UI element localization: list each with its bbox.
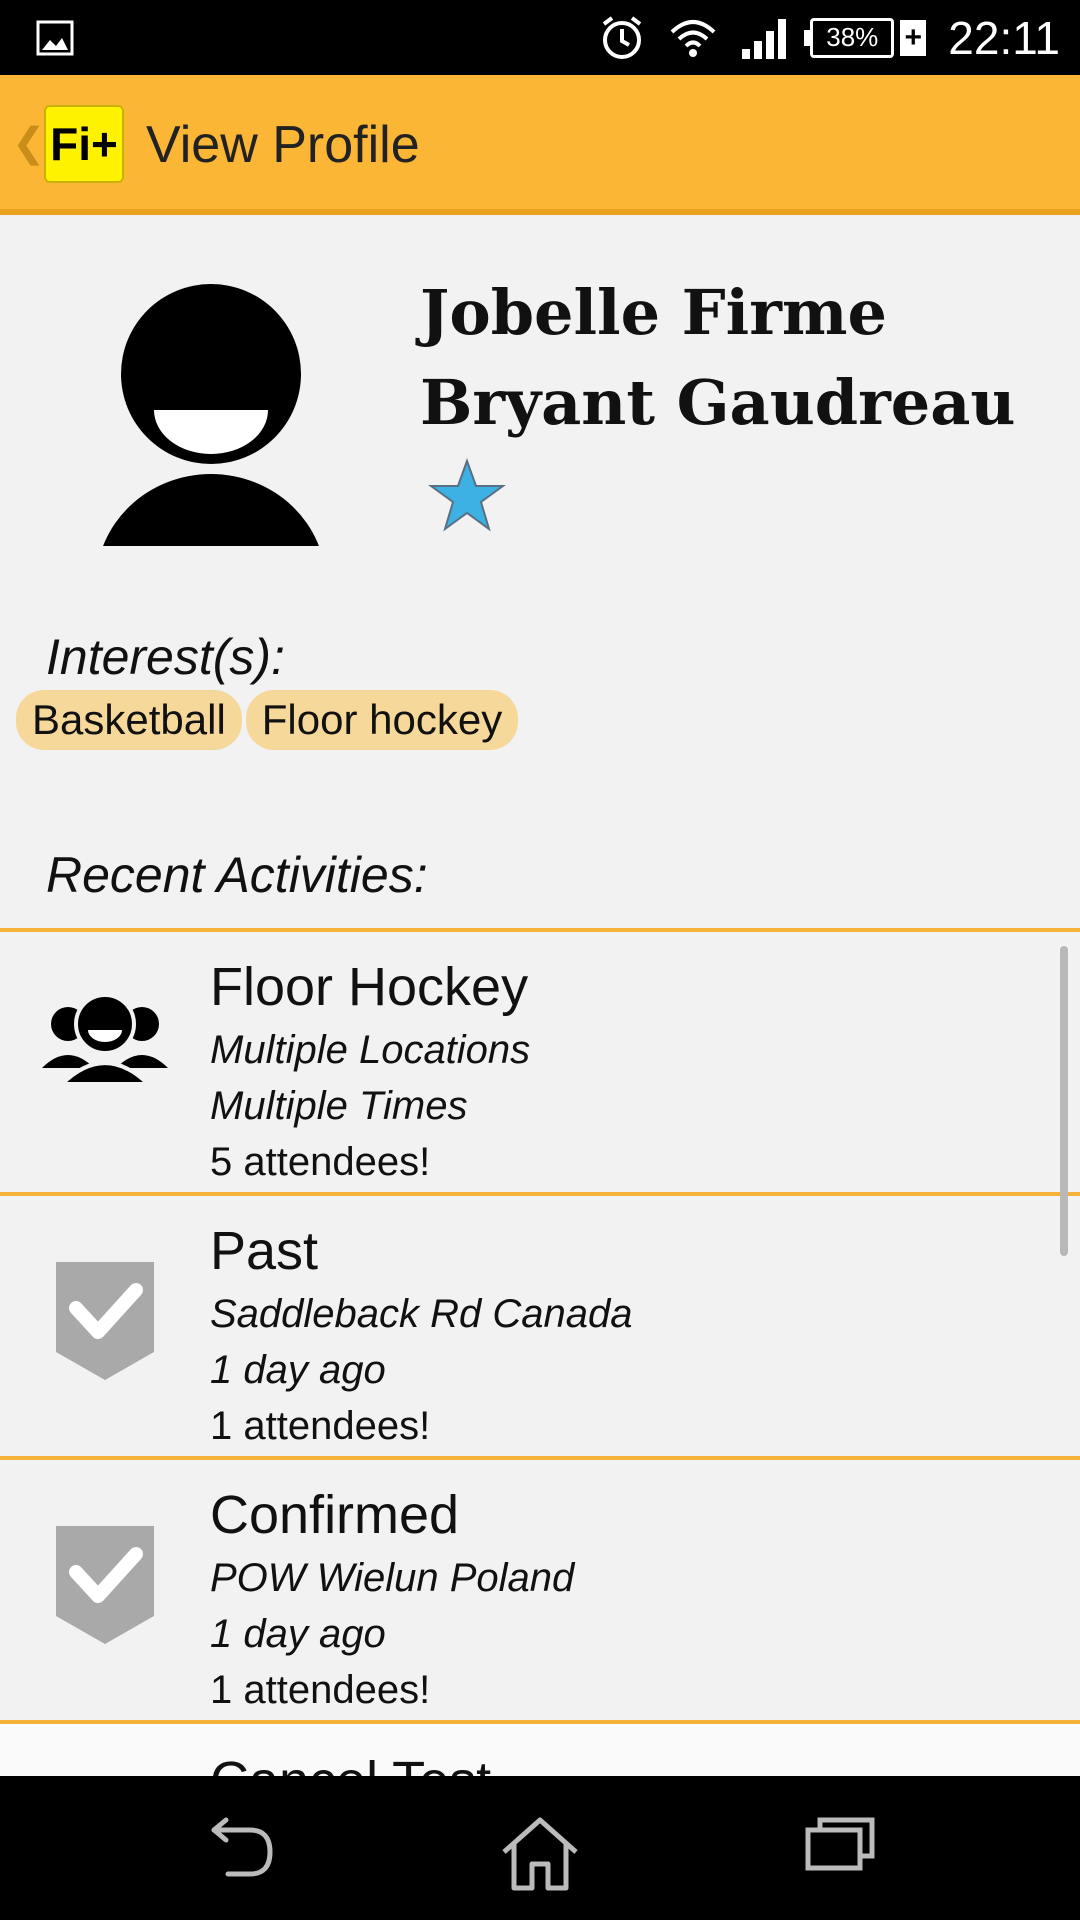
activity-item[interactable]: Cancel Test: [0, 1720, 1080, 1776]
status-time: 22:11: [948, 11, 1060, 64]
recent-activities-label: Recent Activities:: [46, 847, 428, 903]
activity-time: 1 day ago: [210, 1348, 386, 1392]
activity-item[interactable]: Past Saddleback Rd Canada 1 day ago 1 at…: [0, 1192, 1080, 1456]
home-button[interactable]: [498, 1816, 582, 1892]
activity-title: Confirmed: [210, 1485, 460, 1545]
interest-chip[interactable]: Basketball: [16, 690, 242, 750]
action-bar: ❮ Fi+ View Profile: [0, 75, 1080, 215]
activity-title: Past: [210, 1221, 319, 1281]
gallery-notification-icon: [36, 20, 74, 56]
back-chevron-icon[interactable]: ❮: [12, 120, 46, 166]
activity-attendees: 1 attendees!: [210, 1404, 431, 1448]
back-button[interactable]: [204, 1816, 276, 1880]
app-logo[interactable]: Fi+: [44, 105, 124, 183]
check-shield-icon: [56, 1526, 154, 1644]
activity-item[interactable]: Floor Hockey Multiple Locations Multiple…: [0, 928, 1080, 1192]
activity-list: Floor Hockey Multiple Locations Multiple…: [0, 928, 1080, 1776]
recent-apps-button[interactable]: [804, 1816, 876, 1872]
interests-label: Interest(s):: [46, 629, 285, 685]
activity-title: Floor Hockey: [210, 957, 529, 1017]
favorite-star-icon[interactable]: [428, 458, 506, 532]
page-title: View Profile: [146, 116, 420, 174]
profile-name-line1: Jobelle Firme: [420, 276, 887, 349]
signal-icon: [742, 18, 787, 59]
battery-level: 38%: [826, 22, 879, 52]
charging-icon: +: [900, 19, 927, 56]
activity-title: Cancel Test: [210, 1750, 491, 1776]
status-bar: 38% + 22:11: [0, 0, 1080, 75]
avatar: [103, 284, 319, 546]
activity-location: Saddleback Rd Canada: [210, 1292, 633, 1336]
battery-indicator: 38%: [804, 17, 895, 58]
check-shield-icon: [56, 1262, 154, 1380]
activity-attendees: 1 attendees!: [210, 1668, 431, 1712]
activity-time: Multiple Times: [210, 1084, 468, 1128]
activity-time: 1 day ago: [210, 1612, 386, 1656]
interest-chip[interactable]: Floor hockey: [245, 690, 519, 750]
scrollbar[interactable]: [1060, 946, 1068, 1256]
wifi-icon: [670, 19, 716, 57]
activity-attendees: 5 attendees!: [210, 1140, 431, 1184]
profile-name-line2: Bryant Gaudreau: [420, 366, 1016, 439]
navigation-bar: [0, 1776, 1080, 1920]
group-icon: [42, 993, 168, 1086]
interests-chips: Basketball Floor hockey: [16, 690, 519, 750]
status-icons: 38% + 22:11: [598, 0, 1060, 75]
activity-location: Multiple Locations: [210, 1028, 531, 1072]
activity-location: POW Wielun Poland: [210, 1556, 575, 1600]
alarm-icon: [603, 15, 642, 59]
activity-item[interactable]: Confirmed POW Wielun Poland 1 day ago 1 …: [0, 1456, 1080, 1720]
